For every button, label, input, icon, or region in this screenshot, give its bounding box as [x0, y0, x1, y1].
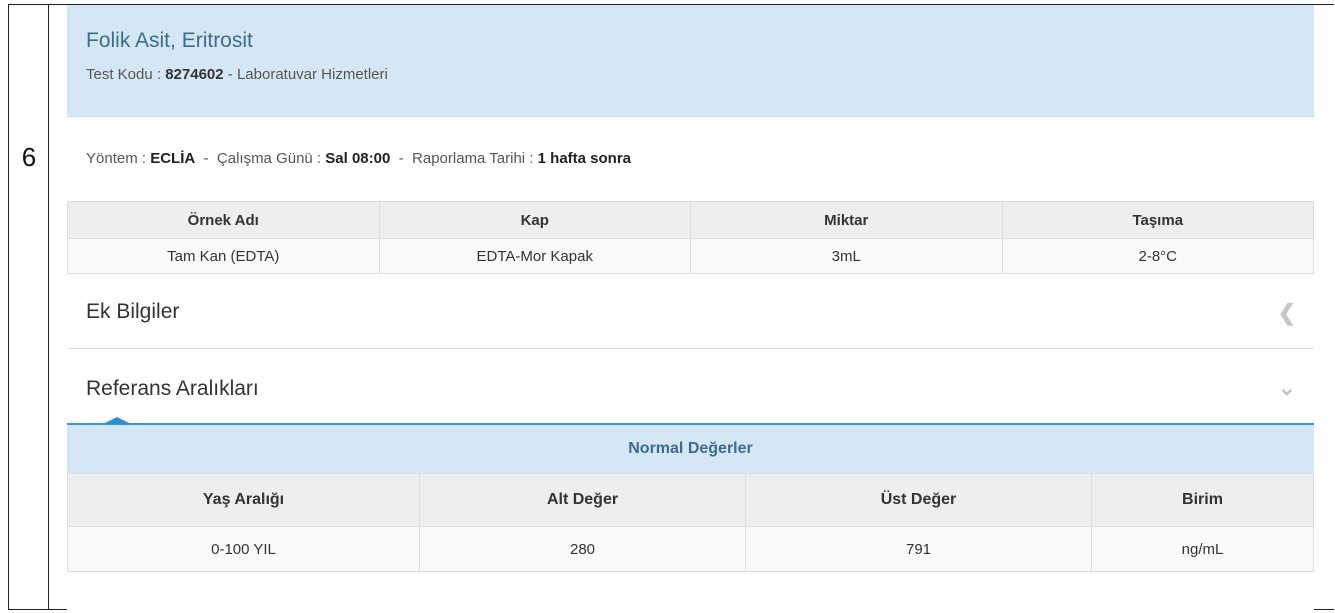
method-label: Yöntem : [86, 150, 147, 167]
active-indicator [103, 417, 131, 424]
reference-table-header: Yaş Aralığı Alt Değer Üst Değer Birim [67, 473, 1314, 527]
test-meta: Yöntem : ECLİA - Çalışma Günü : Sal 08:0… [67, 117, 1314, 201]
table-cell: 280 [419, 526, 746, 572]
table-cell: 0-100 YIL [67, 526, 420, 572]
reference-table: Yaş Aralığı Alt Değer Üst Değer Birim 0-… [67, 473, 1314, 572]
report-value: 1 hafta sonra [537, 150, 632, 167]
column-header: Yaş Aralığı [67, 473, 420, 527]
test-name: Folik Asit, Eritrosit [86, 29, 253, 52]
table-cell: EDTA-Mor Kapak [378, 238, 691, 274]
chevron-down-icon: ⌄ [1277, 375, 1296, 400]
column-header: Üst Değer [745, 473, 1092, 527]
test-panel: Folik Asit, Eritrosit Test Kodu : 827460… [67, 5, 1314, 610]
accordion-extra-info[interactable]: Ek Bilgiler ❮ [67, 274, 1314, 349]
row-number-column [9, 4, 49, 609]
column-header: Taşıma [1001, 201, 1314, 239]
column-header: Miktar [690, 201, 1003, 239]
column-header: Birim [1091, 473, 1314, 527]
test-code-label: Test Kodu : [86, 66, 162, 83]
test-header: Folik Asit, Eritrosit Test Kodu : 827460… [67, 5, 1314, 117]
accordion-title: Ek Bilgiler [86, 300, 180, 323]
meta-separator: - [203, 150, 209, 167]
accordion-reference-ranges[interactable]: Referans Aralıkları ⌄ [67, 349, 1314, 425]
table-row: 0-100 YIL 280 791 ng/mL [67, 526, 1314, 572]
test-department: - Laboratuvar Hizmetleri [227, 66, 388, 83]
table-cell: 791 [745, 526, 1092, 572]
column-header: Kap [378, 201, 691, 239]
chevron-left-icon: ❮ [1277, 300, 1296, 325]
row-number: 6 [21, 142, 37, 172]
column-header: Alt Değer [419, 473, 746, 527]
accordion-title: Referans Aralıkları [86, 377, 259, 400]
table-cell: ng/mL [1091, 526, 1314, 572]
test-code: 8274602 [165, 66, 224, 83]
table-cell: 2-8°C [1001, 238, 1314, 274]
meta-separator: - [398, 150, 404, 167]
table-cell: 3mL [690, 238, 1003, 274]
method-value: ECLİA [150, 150, 196, 167]
test-code-line: Test Kodu : 8274602 - Laboratuvar Hizmet… [86, 66, 1314, 83]
report-label: Raporlama Tarihi : [412, 150, 534, 167]
column-header: Örnek Adı [67, 201, 380, 239]
reference-caption: Normal Değerler [67, 425, 1314, 473]
table-row: Tam Kan (EDTA) EDTA-Mor Kapak 3mL 2-8°C [67, 238, 1314, 274]
sample-table: Örnek Adı Kap Miktar Taşıma Tam Kan (EDT… [67, 201, 1314, 274]
workday-value: Sal 08:00 [325, 150, 391, 167]
sample-table-header: Örnek Adı Kap Miktar Taşıma [67, 201, 1314, 239]
workday-label: Çalışma Günü : [216, 150, 322, 167]
table-cell: Tam Kan (EDTA) [67, 238, 380, 274]
